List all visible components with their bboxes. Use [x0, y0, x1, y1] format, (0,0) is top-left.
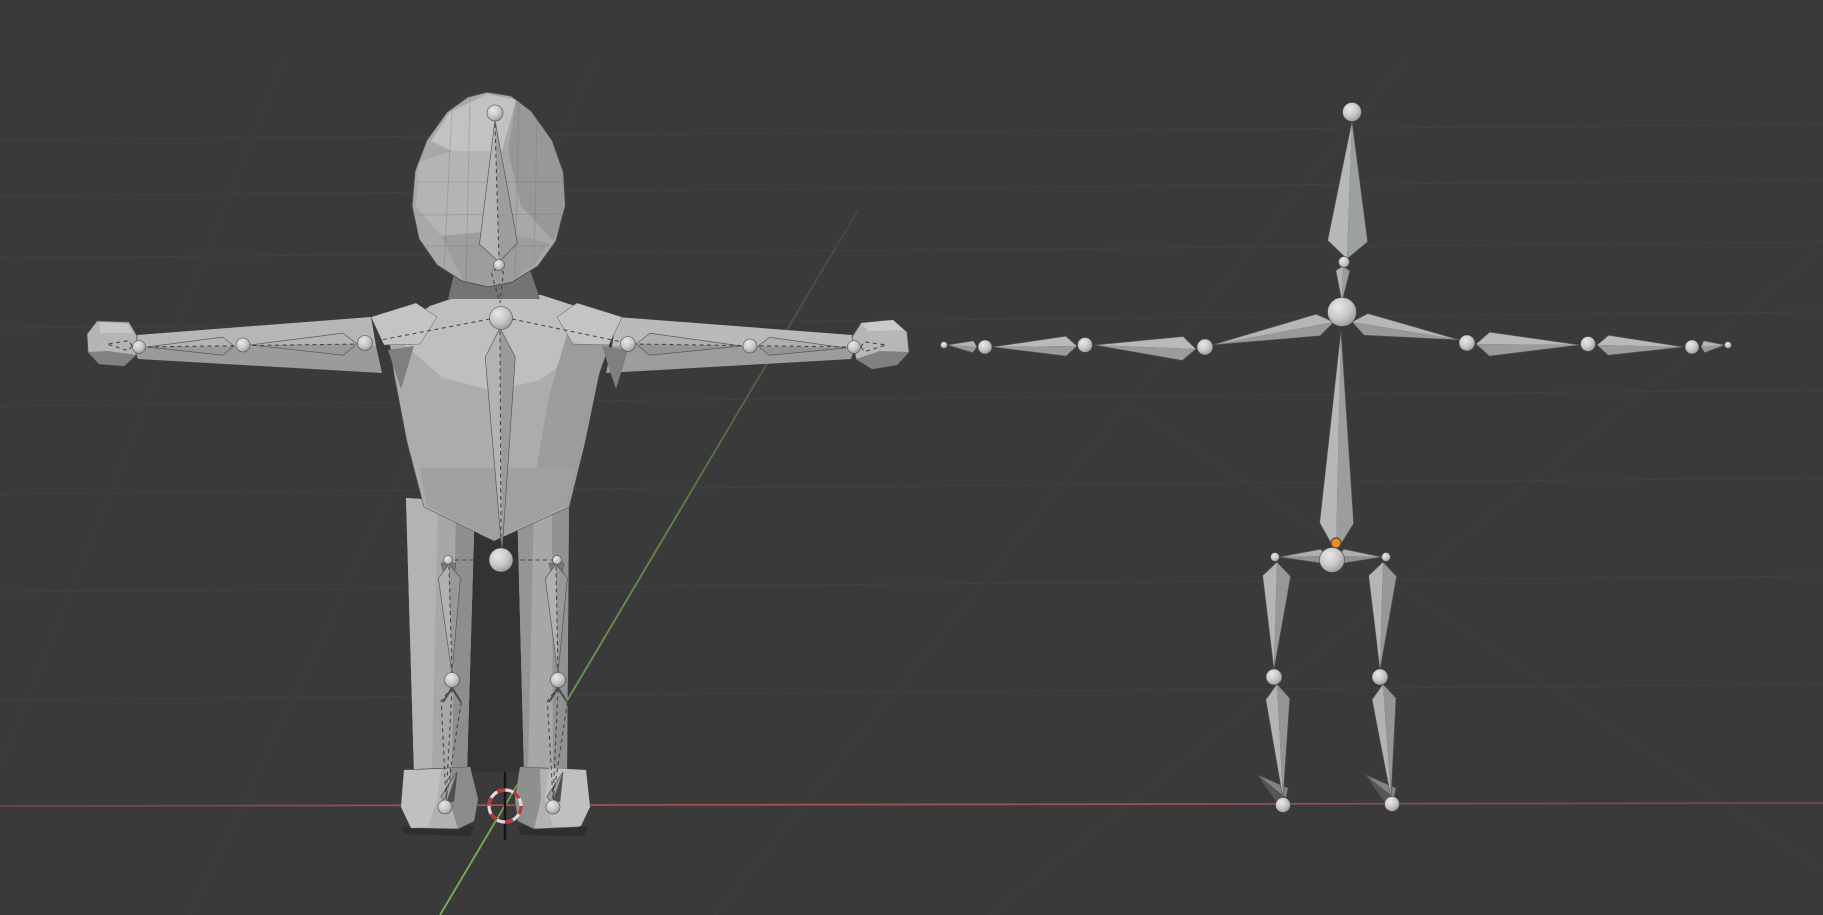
bone-joint-sphere [1078, 338, 1093, 353]
bone-joint-sphere [1328, 298, 1357, 327]
bone-joint-sphere [494, 260, 505, 271]
bone-joint-sphere [1385, 797, 1400, 812]
bone-joint-sphere [445, 673, 460, 688]
bone-joint-sphere [358, 336, 373, 351]
bone-joint-sphere [1725, 342, 1732, 349]
bone-joint-sphere [1271, 553, 1280, 562]
bone-joint-sphere [133, 341, 146, 354]
bone-joint-sphere [621, 337, 636, 352]
bone-joint-sphere [1320, 548, 1345, 573]
bone-joint-sphere [743, 339, 757, 353]
bone-joint-sphere [1372, 669, 1388, 685]
bone-joint-sphere [1197, 339, 1213, 355]
bone-joint-sphere [1382, 553, 1391, 562]
bone-joint-sphere [848, 341, 861, 354]
bone-joint-sphere [490, 307, 513, 330]
bone-joint-sphere [978, 340, 992, 354]
bone-joint-sphere [553, 556, 562, 565]
bone-joint-sphere [941, 342, 948, 349]
bone-joint-sphere [1685, 340, 1699, 354]
bone-joint-sphere [551, 673, 566, 688]
bone-joint-sphere [487, 105, 503, 121]
bone-joint-sphere [1459, 335, 1475, 351]
object-origin-dot [1331, 538, 1341, 548]
viewport-stage [0, 0, 1823, 915]
bone-joint-sphere [236, 338, 250, 352]
viewport-canvas[interactable] [0, 0, 1823, 915]
bone-joint-sphere [1343, 103, 1362, 122]
bone-joint-sphere [489, 548, 513, 572]
bone-joint-sphere [546, 800, 560, 814]
bone-joint-sphere [1276, 798, 1291, 813]
bone-joint-sphere [1581, 337, 1596, 352]
bone-joint-sphere [438, 800, 452, 814]
bone-joint-sphere [444, 556, 453, 565]
bone-joint-sphere [1339, 257, 1350, 268]
bone-joint-sphere [1266, 669, 1282, 685]
